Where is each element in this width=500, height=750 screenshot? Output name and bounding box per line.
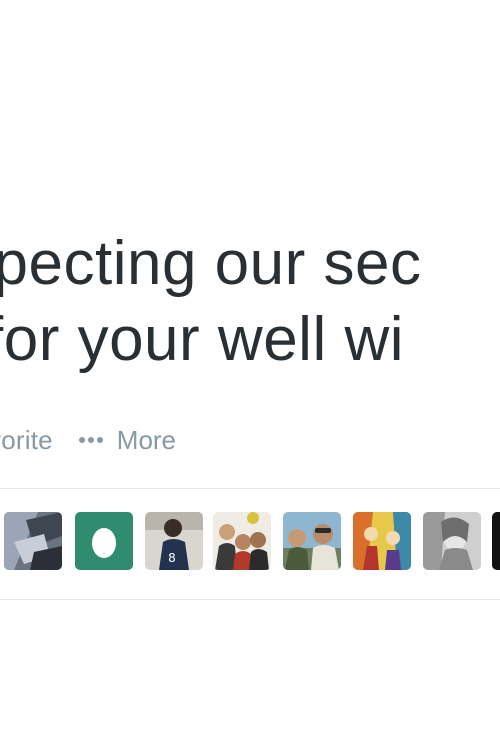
avatar-user-4-image [213,512,271,570]
favorite-label: vorite [0,424,53,455]
tweet-detail-page: xpecting our sec for your well wi vorite… [0,0,500,750]
favorite-button[interactable]: vorite [0,425,53,456]
avatar-user-5[interactable] [283,512,341,570]
divider-bottom [0,599,500,600]
avatar-user-7[interactable] [423,512,481,570]
egg-icon [75,512,133,570]
more-dots-icon [78,437,103,443]
tweet-actions: vorite More [0,423,176,457]
favorited-by-avatars: 8 [0,512,500,570]
more-label: More [116,424,177,455]
avatar-user-6[interactable] [353,512,411,570]
avatar-user-1[interactable] [4,512,62,570]
tweet-text-line-2: for your well wi [0,305,404,374]
avatar-user-3-image: 8 [145,512,203,570]
avatar-user-7-image [423,512,481,570]
avatar-user-8[interactable] [492,512,500,570]
svg-text:8: 8 [168,551,176,565]
avatar-user-4[interactable] [213,512,271,570]
avatar-user-5-image [283,512,341,570]
avatar-default-egg[interactable] [75,512,133,570]
avatar-user-6-image [353,512,411,570]
avatar-user-1-image [4,512,62,570]
tweet-text-line-1: xpecting our sec [0,229,422,298]
divider-top [0,488,500,489]
avatar-user-3[interactable]: 8 [145,512,203,570]
tweet-text: xpecting our sec for your well wi [0,226,500,378]
more-button[interactable]: More [78,424,177,456]
avatar-user-8-image [492,512,500,570]
